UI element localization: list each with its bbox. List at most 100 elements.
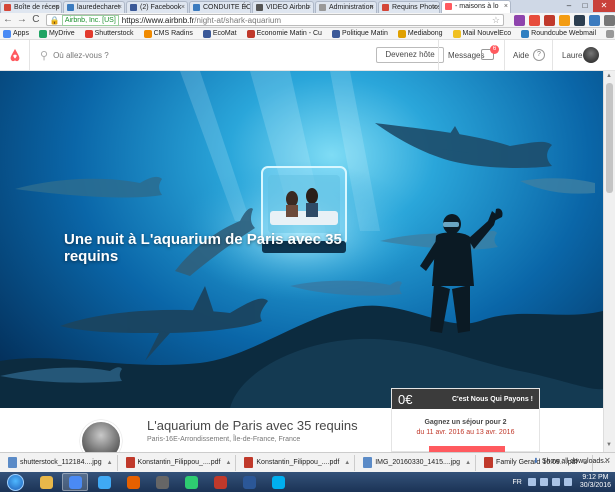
minimize-button[interactable]: – — [561, 0, 577, 12]
tab-close-icon[interactable]: × — [504, 1, 508, 12]
extension-icon[interactable] — [559, 14, 570, 26]
bookmark-item[interactable]: Mail NouvelEco — [450, 29, 511, 38]
download-filename: IMG_20160330_1415....jpg — [375, 459, 461, 466]
bookmark-item[interactable]: News about Slovakia — [603, 29, 615, 38]
tab-close-icon[interactable]: × — [118, 2, 122, 13]
image-file-icon — [363, 457, 373, 468]
download-item[interactable]: Konstantin_Filippou_....pdf ▲ — [122, 454, 237, 471]
hero-title: Une nuit à L'aquarium de Paris avec 35 r… — [64, 231, 342, 265]
start-button[interactable] — [0, 472, 30, 492]
show-all-downloads-link[interactable]: ⬇ Show all downloads... — [533, 457, 610, 465]
bookmark-item[interactable]: Politique Matin — [329, 29, 388, 38]
bookmark-item[interactable]: Shutterstock — [82, 29, 134, 38]
tab-close-icon[interactable]: × — [433, 2, 437, 13]
taskbar-firefox-button[interactable] — [120, 473, 146, 491]
bookmark-item[interactable]: EcoMat — [200, 29, 237, 38]
search-input[interactable]: Où allez-vous ? — [53, 51, 109, 60]
bookmark-item[interactable]: Economie Matin - Cu — [244, 29, 322, 38]
opera-icon[interactable] — [529, 14, 540, 26]
tab-close-icon[interactable]: × — [370, 2, 374, 13]
reload-button[interactable]: C — [30, 14, 42, 26]
close-downloads-icon[interactable]: ✕ — [604, 456, 611, 465]
flag-icon[interactable] — [539, 478, 548, 486]
tab-close-icon[interactable]: × — [181, 2, 185, 13]
download-item[interactable]: IMG_20160330_1415....jpg ▲ — [359, 454, 477, 471]
browser-tab[interactable]: Boîte de récep × — [0, 1, 62, 13]
bookmark-item[interactable]: Apps — [0, 29, 29, 38]
lock-icon: 🔒 — [49, 15, 60, 25]
explorer-icon — [39, 475, 53, 489]
extension-icon[interactable] — [514, 14, 525, 26]
menu-icon[interactable] — [604, 14, 615, 26]
scroll-down-icon[interactable]: ▼ — [606, 442, 612, 448]
taskbar-ie-button[interactable] — [91, 473, 117, 491]
download-menu-caret-icon[interactable]: ▲ — [225, 460, 231, 466]
become-host-button[interactable]: Devenez hôte — [376, 47, 444, 63]
extension-icon[interactable] — [589, 14, 600, 26]
tab-close-icon[interactable]: × — [55, 2, 59, 13]
taskbar-skype-button[interactable] — [265, 473, 291, 491]
browser-tab[interactable]: - maisons à lo × — [441, 0, 511, 13]
show-all-downloads-label[interactable]: Show all downloads... — [542, 458, 610, 465]
user-avatar[interactable] — [583, 47, 599, 63]
forward-button[interactable]: → — [16, 14, 28, 26]
back-button[interactable]: ← — [2, 14, 14, 26]
listing-title: L'aquarium de Paris avec 35 requins — [147, 418, 358, 433]
extension-icon[interactable] — [574, 14, 585, 26]
bookmark-item[interactable]: Roundcube Webmail — [518, 29, 596, 38]
tab-close-icon[interactable]: × — [244, 2, 248, 13]
network-icon[interactable] — [551, 478, 560, 486]
tab-label: Boîte de récep — [14, 4, 60, 11]
download-filename: Konstantin_Filippou_....pdf — [137, 459, 221, 466]
browser-tab[interactable]: Requins Photos × — [378, 1, 440, 13]
extension-icon[interactable] — [544, 14, 555, 26]
clock[interactable]: 9:12 PM 30/3/2016 — [580, 474, 611, 490]
download-icon: ⬇ — [533, 458, 539, 465]
app-acrobat-icon — [213, 475, 227, 489]
tray-arrow-icon[interactable] — [527, 478, 536, 486]
download-item[interactable]: shutterstock_112184....jpg ▲ — [4, 454, 118, 471]
download-item[interactable]: Konstantin_Filippou_....pdf ▲ — [240, 454, 356, 471]
close-window-button[interactable]: ✕ — [593, 0, 615, 12]
taskbar-app-green-button[interactable] — [178, 473, 204, 491]
download-menu-caret-icon[interactable]: ▲ — [344, 460, 350, 466]
scrollbar-thumb[interactable] — [606, 83, 613, 193]
tab-close-icon[interactable]: × — [307, 2, 311, 13]
maximize-button[interactable]: □ — [577, 0, 593, 12]
header-divider — [552, 40, 553, 71]
bookmark-item[interactable]: Mediabong — [395, 29, 443, 38]
bookmark-item[interactable]: CMS Radins — [141, 29, 193, 38]
user-menu[interactable]: Laure — [562, 40, 582, 71]
taskbar-media-button[interactable] — [149, 473, 175, 491]
help-link[interactable]: Aide — [513, 40, 529, 71]
page-scrollbar[interactable]: ▲ ▼ — [603, 71, 615, 452]
help-icon[interactable]: ? — [533, 49, 545, 61]
search-box[interactable]: ⚲ Où allez-vous ? — [40, 49, 360, 62]
taskbar-word-button[interactable] — [236, 473, 262, 491]
messages-link[interactable]: Messages — [448, 40, 484, 71]
language-indicator[interactable]: FR — [513, 479, 522, 486]
browser-tab[interactable]: VIDEO Airbnb × — [252, 1, 314, 13]
win-stay-text: Gagnez un séjour pour 2 — [424, 419, 507, 426]
airbnb-belo-icon[interactable] — [0, 39, 30, 71]
listing-location[interactable]: Paris-16E-Arrondissement, Île-de-France,… — [147, 436, 300, 443]
scroll-up-icon[interactable]: ▲ — [606, 73, 612, 79]
bookmark-item[interactable]: MyDrive — [36, 29, 75, 38]
download-menu-caret-icon[interactable]: ▲ — [107, 460, 113, 466]
browser-tab[interactable]: lauredecharet × — [63, 1, 125, 13]
download-menu-caret-icon[interactable]: ▲ — [465, 460, 471, 466]
tab-label: (2) Facebook — [140, 4, 182, 11]
browser-tab[interactable]: (2) Facebook × — [126, 1, 188, 13]
volume-icon[interactable] — [563, 478, 572, 486]
taskbar-app-acrobat-button[interactable] — [207, 473, 233, 491]
bookmark-label: Apps — [13, 30, 29, 37]
taskbar-explorer-button[interactable] — [33, 473, 59, 491]
pdf-file-icon — [125, 457, 135, 468]
bookmark-star-icon[interactable]: ☆ — [492, 15, 500, 26]
taskbar-chrome-button[interactable] — [62, 473, 88, 491]
address-bar[interactable]: 🔒 Airbnb, Inc. [US] https://www.airbnb.f… — [45, 14, 504, 26]
bookmark-favicon-icon — [331, 29, 340, 38]
browser-tab[interactable]: CONDUITE ÉC × — [189, 1, 251, 13]
browser-tab[interactable]: Administration × — [315, 1, 377, 13]
bookmark-label: MyDrive — [48, 30, 75, 37]
